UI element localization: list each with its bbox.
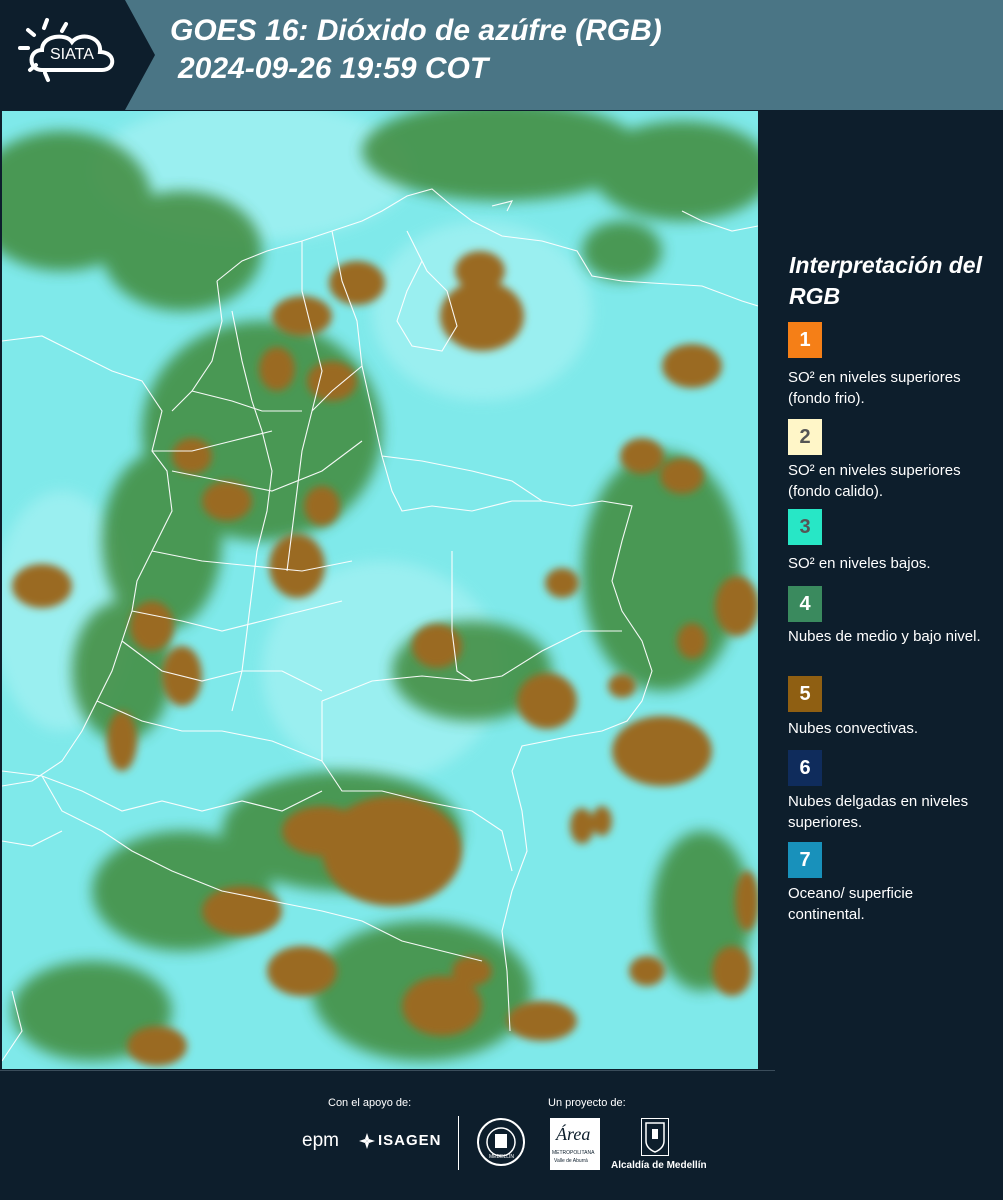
- epm-logo: epm: [302, 1130, 339, 1152]
- legend-swatch-3: 3: [788, 509, 822, 545]
- area-logo-text: Área: [556, 1124, 591, 1144]
- isagen-icon: [359, 1133, 375, 1149]
- seal-text: MEDELLÍN: [489, 1154, 515, 1160]
- support-label: Con el apoyo de:: [328, 1097, 412, 1109]
- legend-panel: Interpretación del RGB 1 SO² en niveles …: [760, 110, 1003, 1070]
- medellin-seal-logo: MEDELLÍN: [477, 1118, 525, 1166]
- legend-swatch-6: 6: [788, 750, 822, 786]
- legend-swatch-1: 1: [788, 322, 822, 358]
- isagen-logo-text: ISAGEN: [378, 1132, 442, 1149]
- legend-text-3: SO² en niveles bajos.: [788, 555, 931, 572]
- isagen-logo: ISAGEN: [358, 1132, 441, 1155]
- legend-swatch-4: 4: [788, 586, 822, 622]
- area-logo-sub2: Valle de Aburrá: [554, 1158, 588, 1164]
- legend-swatch-7: 7: [788, 842, 822, 878]
- header-bar: SIATA GOES 16: Dióxido de azúfre (RGB) 2…: [0, 0, 1003, 110]
- footer-divider: [458, 1116, 459, 1170]
- project-label: Un proyecto de:: [548, 1097, 626, 1109]
- legend-text-2: SO² en niveles superiores (fondo calido)…: [788, 462, 961, 500]
- satellite-imagery: [2, 111, 758, 1069]
- footer: Con el apoyo de: Un proyecto de: epm ISA…: [0, 1070, 1003, 1200]
- alcaldia-shield-icon: [645, 1122, 665, 1153]
- area-logo-sub1: METROPOLITANA: [552, 1150, 595, 1156]
- legend-text-5: Nubes convectivas.: [788, 720, 919, 737]
- footer-separator: [0, 1070, 775, 1071]
- area-metropolitana-logo: Área METROPOLITANA Valle de Aburrá: [550, 1118, 600, 1170]
- legend-text-7: Oceano/ superficie continental.: [788, 885, 914, 923]
- siata-logo: SIATA: [0, 0, 155, 110]
- legend-text-4: Nubes de medio y bajo nivel.: [788, 628, 981, 645]
- epm-logo-text: epm: [302, 1130, 339, 1151]
- page-title: GOES 16: Dióxido de azúfre (RGB): [170, 14, 662, 47]
- legend-swatch-2: 2: [788, 419, 822, 455]
- satellite-map[interactable]: [2, 111, 758, 1069]
- siata-logo-text: SIATA: [50, 46, 94, 63]
- page-timestamp: 2024-09-26 19:59 COT: [178, 52, 489, 85]
- legend-text-1: SO² en niveles superiores (fondo frio).: [788, 369, 961, 407]
- legend-swatch-5: 5: [788, 676, 822, 712]
- alcaldia-logo: [641, 1118, 669, 1156]
- alcaldia-logo-text: Alcaldía de Medellín: [611, 1160, 707, 1171]
- legend-title: Interpretación del RGB: [789, 252, 982, 309]
- legend-text-6: Nubes delgadas en niveles superiores.: [788, 793, 969, 831]
